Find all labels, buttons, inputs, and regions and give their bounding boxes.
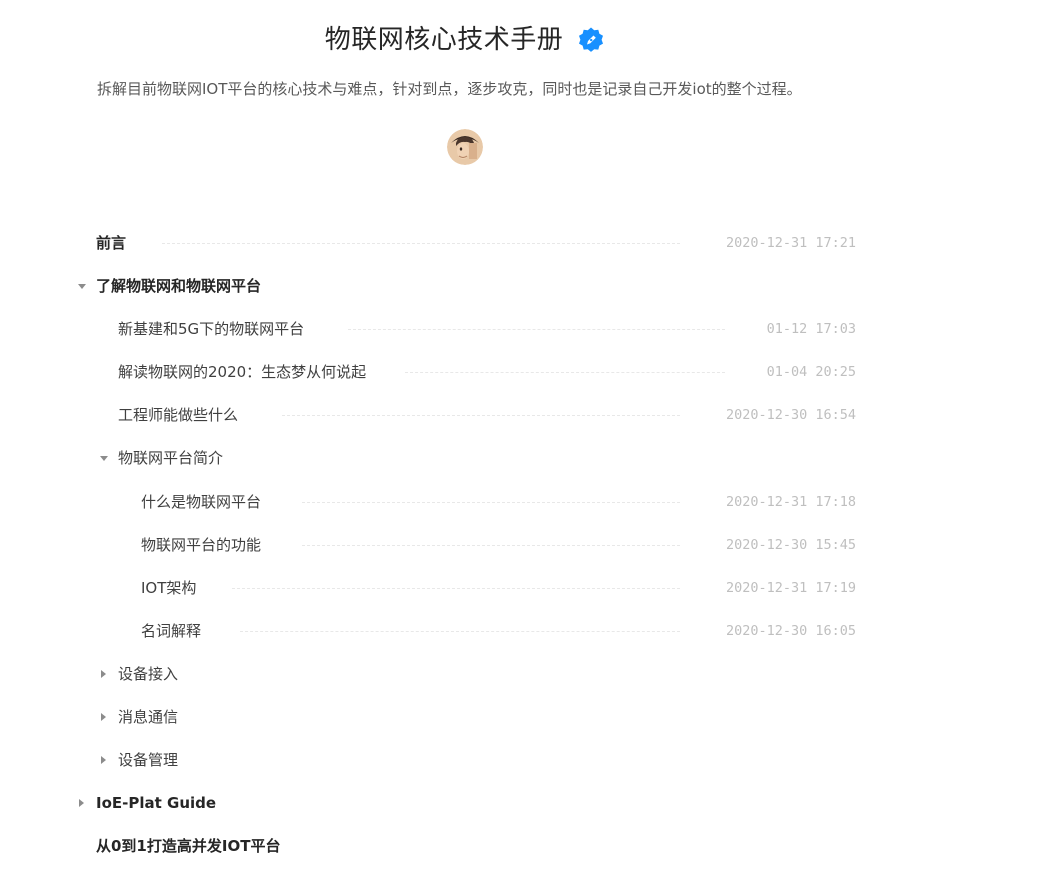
- toc-row[interactable]: 从0到1打造高并发IOT平台: [0, 824, 930, 867]
- toc-item-date: 2020-12-31 17:19: [725, 579, 856, 596]
- toc-row[interactable]: 新基建和5G下的物联网平台 01-12 17:03: [0, 307, 930, 350]
- toc-item-title[interactable]: 设备接入: [118, 664, 178, 684]
- toc-row[interactable]: 名词解释 2020-12-30 16:05: [0, 609, 930, 652]
- dotted-leader: [232, 587, 680, 589]
- toc-item-title[interactable]: 了解物联网和物联网平台: [96, 276, 261, 296]
- dotted-leader: [302, 544, 680, 546]
- caret-right-icon[interactable]: [101, 669, 106, 678]
- toc-row[interactable]: 解读物联网的2020：生态梦从何说起 01-04 20:25: [0, 350, 930, 393]
- dotted-leader: [302, 501, 680, 503]
- toc-item-title[interactable]: 从0到1打造高并发IOT平台: [96, 836, 280, 856]
- title-row: 物联网核心技术手册: [325, 18, 606, 62]
- toc-item-date: 2020-12-31 17:18: [725, 493, 856, 510]
- dotted-leader: [162, 243, 680, 244]
- toc-item-title[interactable]: 前言: [96, 233, 126, 253]
- book-title: 物联网核心技术手册: [324, 25, 564, 55]
- toc-item-title[interactable]: 设备管理: [118, 750, 178, 770]
- toc-row[interactable]: 物联网平台的功能 2020-12-30 15:45: [0, 523, 930, 566]
- toc-row[interactable]: IOT架构 2020-12-31 17:19: [0, 566, 930, 609]
- toc-item-date: 01-12 17:03: [766, 321, 856, 338]
- toc-row[interactable]: 物联网平台简介: [0, 436, 930, 479]
- toc-item-title[interactable]: 物联网平台简介: [118, 448, 223, 468]
- table-of-contents: 前言 2020-12-31 17:21 了解物联网和物联网平台 新基建和5G下的…: [0, 221, 930, 867]
- toc-row[interactable]: 消息通信: [0, 695, 930, 738]
- toc-item-date: 2020-12-30 15:45: [725, 536, 856, 553]
- toc-item-title[interactable]: 什么是物联网平台: [141, 492, 261, 512]
- caret-right-icon[interactable]: [101, 713, 106, 722]
- dotted-leader: [405, 372, 725, 374]
- toc-item-title[interactable]: 消息通信: [118, 707, 178, 727]
- toc-item-date: 01-04 20:25: [766, 364, 856, 381]
- toc-item-title[interactable]: 解读物联网的2020：生态梦从何说起: [118, 362, 366, 382]
- book-page: 物联网核心技术手册 拆解目前物联网IOT平台的核心技术与难点，针对到点，逐步攻克…: [0, 0, 1037, 878]
- toc-item-title[interactable]: IOT架构: [141, 578, 196, 598]
- toc-row[interactable]: 设备管理: [0, 738, 930, 781]
- toc-item-title[interactable]: 物联网平台的功能: [141, 535, 261, 555]
- toc-row[interactable]: IoE-Plat Guide: [0, 781, 930, 824]
- toc-row[interactable]: 了解物联网和物联网平台: [0, 264, 930, 307]
- toc-row[interactable]: 工程师能做些什么 2020-12-30 16:54: [0, 393, 930, 436]
- toc-row[interactable]: 前言 2020-12-31 17:21: [0, 221, 930, 264]
- toc-item-title[interactable]: 名词解释: [141, 621, 201, 641]
- dotted-leader: [348, 329, 725, 331]
- caret-right-icon[interactable]: [79, 799, 84, 808]
- dotted-leader: [240, 630, 680, 632]
- caret-down-icon[interactable]: [78, 284, 86, 290]
- book-header: 物联网核心技术手册: [0, 18, 930, 62]
- verified-badge-icon: [577, 26, 605, 54]
- toc-item-title[interactable]: 工程师能做些什么: [118, 405, 238, 425]
- caret-right-icon[interactable]: [101, 756, 106, 765]
- toc-item-date: 2020-12-30 16:05: [725, 622, 856, 639]
- toc-item-date: 2020-12-30 16:54: [725, 407, 856, 424]
- toc-row[interactable]: 设备接入: [0, 652, 930, 695]
- caret-down-icon[interactable]: [100, 456, 108, 462]
- author-avatar[interactable]: [447, 129, 483, 165]
- toc-item-title[interactable]: 新基建和5G下的物联网平台: [118, 319, 304, 339]
- toc-row[interactable]: 什么是物联网平台 2020-12-31 17:18: [0, 480, 930, 523]
- book-description: 拆解目前物联网IOT平台的核心技术与难点，针对到点，逐步攻克，同时也是记录自己开…: [97, 80, 802, 98]
- toc-item-title[interactable]: IoE-Plat Guide: [96, 793, 216, 813]
- toc-item-date: 2020-12-31 17:21: [725, 235, 856, 251]
- dotted-leader: [282, 415, 680, 417]
